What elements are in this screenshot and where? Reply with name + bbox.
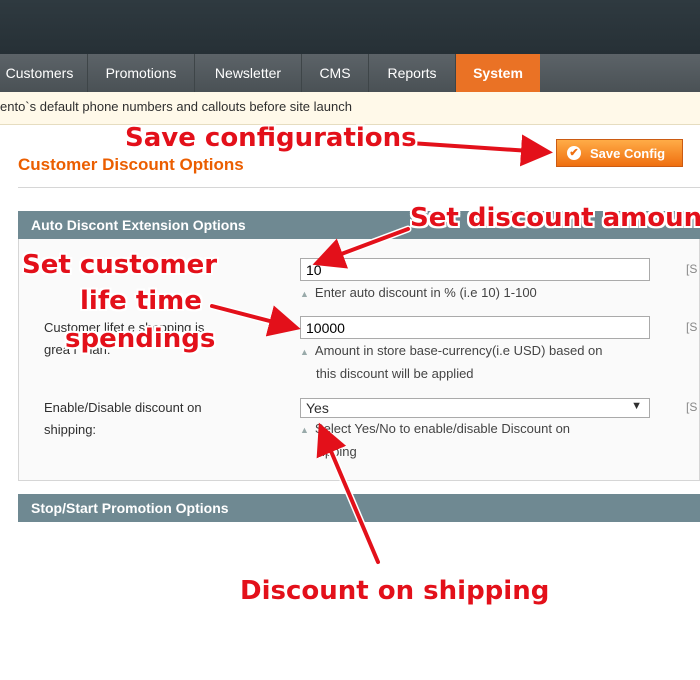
arrow-to-shipping	[316, 422, 380, 564]
annotation-lifetime-2: life time	[80, 286, 202, 316]
annotation-save: Save configurations	[125, 123, 417, 153]
annotation-shipping: Discount on shipping	[240, 576, 550, 606]
annotation-lifetime-3: spendings	[65, 324, 216, 354]
arrow-to-lifetime	[210, 304, 301, 337]
arrow-to-amount	[312, 227, 410, 269]
annotation-amount: Set discount amount	[410, 203, 700, 233]
annotation-lifetime-1: Set customer	[22, 250, 218, 280]
